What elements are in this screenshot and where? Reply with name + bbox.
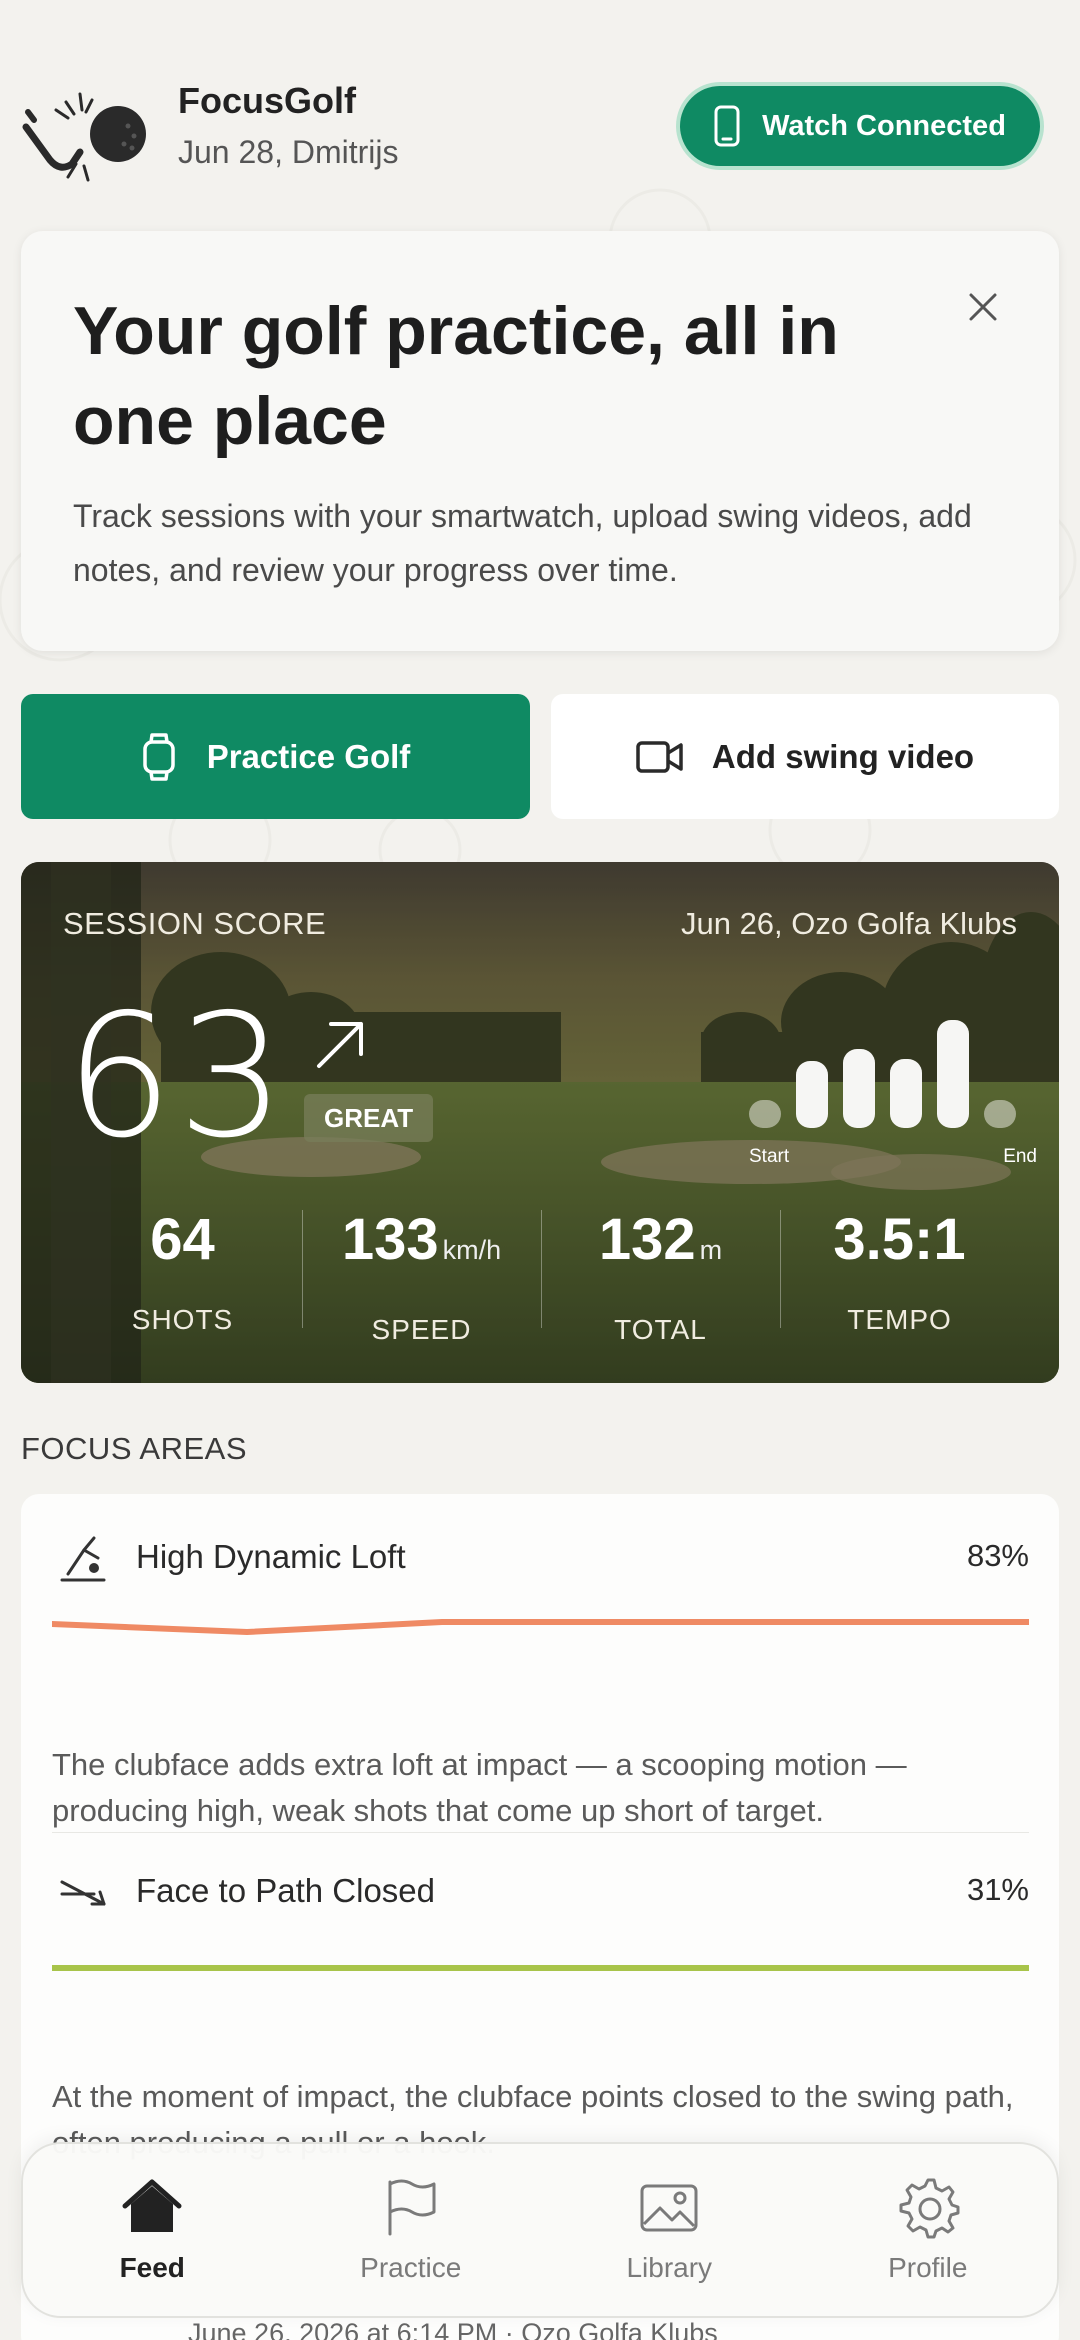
- focus-item-name: High Dynamic Loft: [136, 1538, 406, 1575]
- add-swing-video-button[interactable]: Add swing video: [551, 694, 1059, 819]
- session-score-value: 63: [65, 978, 290, 1176]
- stat-total: 132 m TOTAL: [541, 1207, 780, 1345]
- stat-total-unit: m: [699, 1235, 723, 1265]
- intro-title: Your golf practice, all in one place: [73, 293, 839, 459]
- app-header: FocusGolf Jun 28, Dmitrijs Watch Connect…: [0, 0, 1080, 220]
- nav-label: Profile: [888, 2252, 968, 2283]
- trend-up-arrow-icon: [317, 1022, 363, 1068]
- focus-divider: [52, 1832, 1029, 1833]
- stat-speed-label: SPEED: [371, 1314, 472, 1345]
- tempo-bar: [843, 1049, 875, 1128]
- watch-connected-label: Watch Connected: [762, 109, 1006, 142]
- tempo-bar: [749, 1100, 781, 1128]
- intro-description: Track sessions with your smartwatch, upl…: [73, 498, 972, 588]
- nav-item-profile[interactable]: Profile: [799, 2144, 1058, 2316]
- stat-total-value: 132: [598, 1207, 696, 1272]
- header-subtitle: Jun 28, Dmitrijs: [178, 134, 399, 170]
- tempo-bar: [890, 1059, 922, 1128]
- tempo-bars-chart: Start End: [747, 1008, 1047, 1168]
- next-session-peek-text: June 26, 2026 at 6:14 PM · Ozo Golfa Klu…: [188, 2318, 718, 2340]
- bottom-navigation: Feed Practice Library Profile: [21, 2142, 1059, 2318]
- gear-icon: [899, 2178, 960, 2239]
- stat-speed-value: 133: [341, 1207, 439, 1272]
- smartwatch-icon: [142, 732, 175, 781]
- focus-item-name: Face to Path Closed: [136, 1872, 435, 1909]
- face-path-icon: [60, 1880, 106, 1906]
- stat-shots: 64 SHOTS: [63, 1210, 302, 1340]
- focus-item-face-to-path-closed[interactable]: Face to Path Closed 31% At the moment of…: [52, 1864, 1029, 2184]
- stat-tempo: 3.5:1 TEMPO: [780, 1210, 1019, 1340]
- stat-tempo-value: 3.5:1: [833, 1207, 966, 1272]
- stat-total-label: TOTAL: [614, 1314, 707, 1345]
- focus-item-high-dynamic-loft[interactable]: High Dynamic Loft 83% The clubface adds …: [52, 1530, 1029, 1830]
- nav-item-feed[interactable]: Feed: [23, 2144, 282, 2316]
- focus-item-percent: 83%: [966, 1538, 1029, 1573]
- add-swing-video-label: Add swing video: [711, 737, 975, 775]
- session-score-card[interactable]: SESSION SCORE Jun 26, Ozo Golfa Klubs 63…: [21, 862, 1059, 1383]
- nav-label: Feed: [119, 2252, 185, 2283]
- stat-tempo-label: TEMPO: [847, 1304, 952, 1335]
- home-icon: [122, 2179, 182, 2232]
- score-rating-badge: GREAT: [304, 1094, 434, 1142]
- app-name: FocusGolf: [178, 80, 356, 121]
- stat-speed: 133 km/h SPEED: [302, 1207, 541, 1345]
- close-icon[interactable]: [963, 287, 1003, 327]
- golf-logo-icon: [22, 92, 146, 182]
- intro-card: Your golf practice, all in one place Tra…: [21, 231, 1059, 651]
- session-stats: 64 SHOTS 133 km/h SPEED 132 m TOTAL 3.5:1 …: [63, 1207, 1019, 1346]
- stat-speed-unit: km/h: [442, 1235, 502, 1265]
- image-icon: [640, 2184, 698, 2232]
- trend-line: [52, 1619, 1029, 1635]
- loft-icon: [60, 1536, 106, 1582]
- session-date-location: Jun 26, Ozo Golfa Klubs: [680, 906, 1017, 941]
- tempo-bar: [984, 1100, 1016, 1128]
- nav-label: Library: [626, 2252, 713, 2283]
- practice-golf-label: Practice Golf: [206, 737, 411, 775]
- flag-icon: [388, 2179, 436, 2236]
- nav-label: Practice: [360, 2252, 462, 2283]
- focus-item-percent: 31%: [966, 1872, 1029, 1907]
- stat-shots-label: SHOTS: [131, 1304, 234, 1335]
- tempo-bar: [937, 1020, 969, 1128]
- nav-item-library[interactable]: Library: [540, 2144, 799, 2316]
- phone-icon: [714, 105, 740, 147]
- tempo-start-label: Start: [749, 1146, 790, 1167]
- session-score-label: SESSION SCORE: [63, 906, 327, 941]
- trend-line: [52, 1965, 1029, 1971]
- watch-connected-button[interactable]: Watch Connected: [680, 86, 1040, 166]
- focus-areas-heading: FOCUS AREAS: [21, 1431, 247, 1466]
- tempo-bar: [796, 1061, 828, 1128]
- video-camera-icon: [636, 740, 683, 773]
- nav-item-practice[interactable]: Practice: [282, 2144, 541, 2316]
- stat-shots-value: 64: [150, 1207, 215, 1272]
- tempo-end-label: End: [1003, 1146, 1037, 1167]
- practice-golf-button[interactable]: Practice Golf: [21, 694, 530, 819]
- focus-item-description: The clubface adds extra loft at impact —…: [52, 1747, 907, 1828]
